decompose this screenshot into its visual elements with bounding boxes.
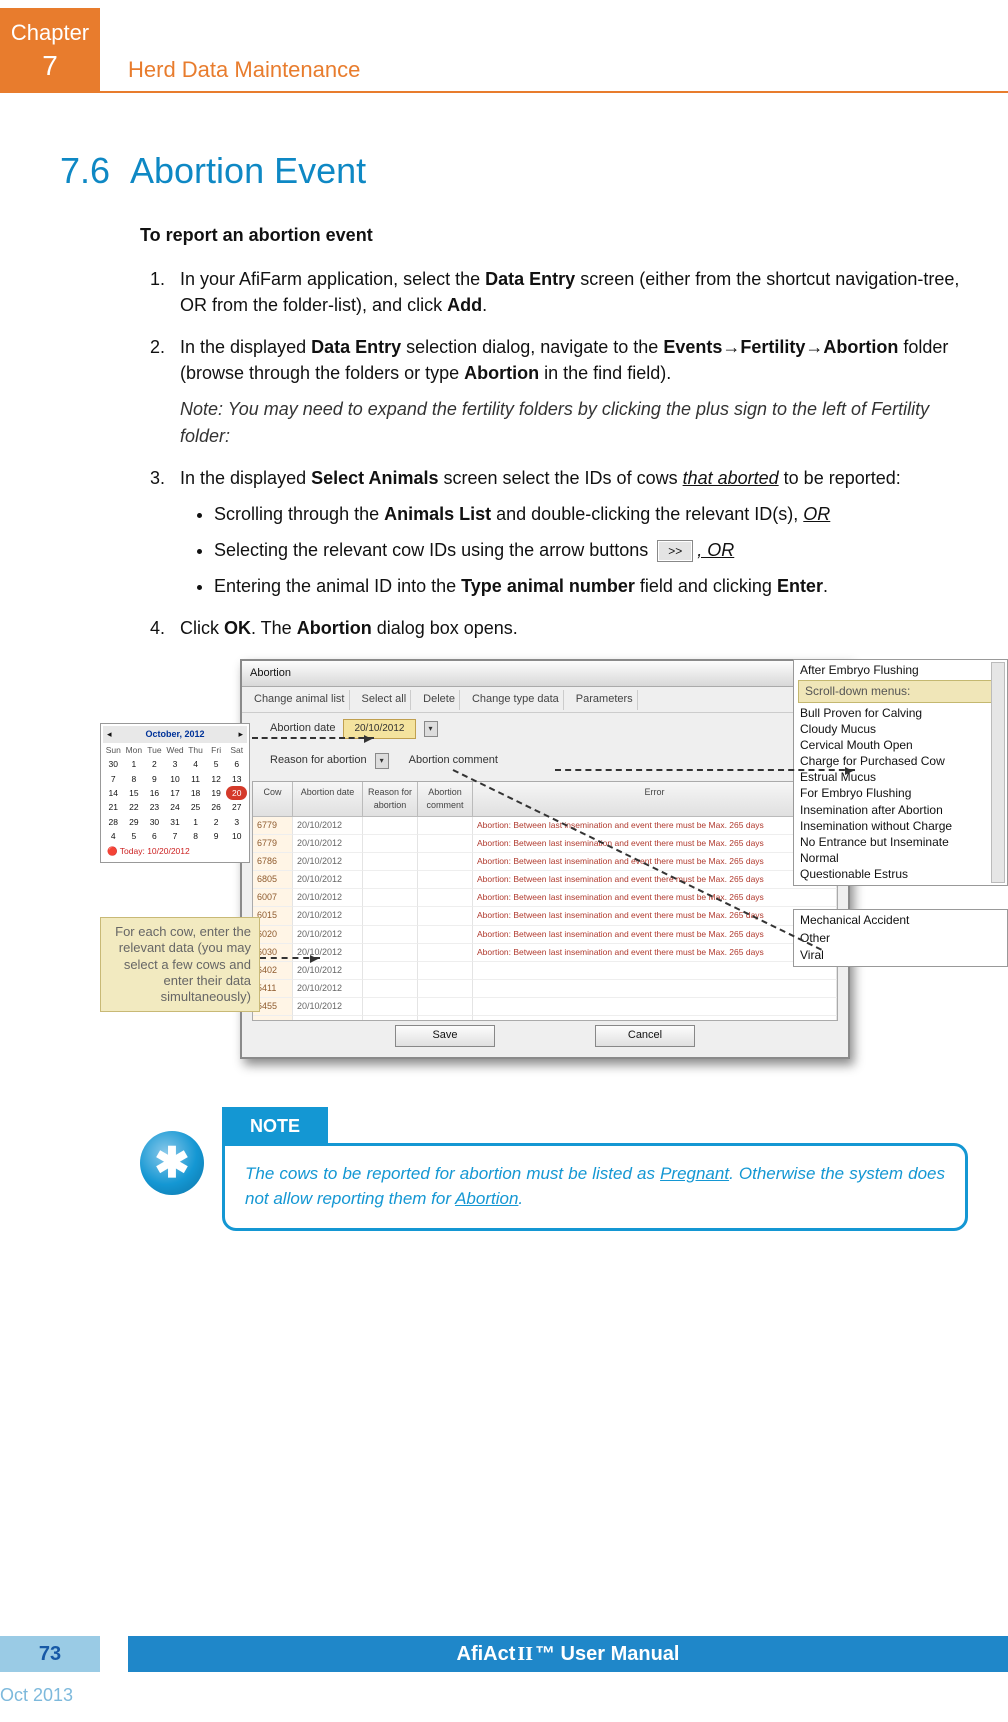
toolbar-delete[interactable]: Delete	[419, 690, 460, 710]
step-2: In the displayed Data Entry selection di…	[170, 334, 968, 448]
table-row[interactable]: 600720/10/2012Abortion: Between last ins…	[253, 889, 837, 907]
connector-line	[555, 769, 855, 771]
step-4: Click OK. The Abortion dialog box opens.	[170, 615, 968, 641]
dialog-toolbar: Change animal list Select all Delete Cha…	[242, 687, 848, 713]
step-1: In your AfiFarm application, select the …	[170, 266, 968, 318]
save-button[interactable]: Save	[395, 1025, 495, 1047]
list-item: Normal	[796, 850, 1005, 866]
step-3-bullet-2: Selecting the relevant cow IDs using the…	[214, 537, 968, 563]
list-item: Bull Proven for Calving	[796, 705, 1005, 721]
expand-note: Note: You may need to expand the fertili…	[180, 396, 968, 448]
list-item: No Entrance but Inseminate	[796, 834, 1005, 850]
table-row[interactable]: 602020/10/2012Abortion: Between last ins…	[253, 926, 837, 944]
table-row[interactable]: 677920/10/2012Abortion: Between last ins…	[253, 817, 837, 835]
chevron-down-icon[interactable]: ▾	[375, 753, 389, 769]
table-row[interactable]: 603020/10/2012Abortion: Between last ins…	[253, 944, 837, 962]
list-item: Estrual Mucus	[796, 769, 1005, 785]
section-title: Abortion Event	[130, 150, 366, 192]
step-3-bullet-1: Scrolling through the Animals List and d…	[214, 501, 968, 527]
note-label: NOTE	[222, 1107, 328, 1145]
list-item: Questionable Estrus	[796, 866, 1005, 882]
list-item: Cervical Mouth Open	[796, 737, 1005, 753]
list-item: Mechanical Accident	[800, 912, 1001, 929]
calendar-annotation: ◂ October, 2012 ▸ SunMonTueWedThuFriSat …	[100, 723, 250, 863]
table-row[interactable]: 640220/10/2012	[253, 962, 837, 980]
menu-top-item: After Embryo Flushing	[796, 662, 1005, 678]
toolbar-parameters[interactable]: Parameters	[572, 690, 638, 710]
list-item: For Embryo Flushing	[796, 785, 1005, 801]
table-row[interactable]: 678620/10/2012Abortion: Between last ins…	[253, 853, 837, 871]
chapter-tab: Chapter 7	[0, 8, 100, 93]
connector-line	[252, 737, 374, 739]
dropdown-annotation-1: After Embryo Flushing Scroll-down menus:…	[793, 659, 1008, 885]
scrollbar[interactable]	[991, 662, 1005, 882]
table-row[interactable]: 601520/10/2012Abortion: Between last ins…	[253, 907, 837, 925]
abortion-dialog: Abortion ✕ Change animal list Select all…	[240, 659, 850, 1059]
cancel-button[interactable]: Cancel	[595, 1025, 695, 1047]
col-reason: Reason for abortion	[363, 782, 418, 817]
step-list: In your AfiFarm application, select the …	[140, 266, 968, 641]
dropdown-annotation-2: Mechanical Accident Other Viral	[793, 909, 1008, 967]
step-3-bullet-3: Entering the animal ID into the Type ani…	[214, 573, 968, 599]
footer: 73 AfiAct II™ User Manual	[0, 1636, 1008, 1672]
chapter-word: Chapter	[0, 20, 100, 46]
arrow-right-button[interactable]: >>	[657, 540, 693, 562]
chevron-down-icon[interactable]: ▾	[424, 721, 438, 737]
dialog-title: Abortion	[250, 666, 291, 682]
calendar-month: October, 2012	[145, 728, 204, 741]
list-item: Other	[800, 930, 1001, 947]
table-row[interactable]: 645520/10/2012	[253, 998, 837, 1016]
page-number: 73	[0, 1636, 100, 1672]
chapter-number: 7	[0, 50, 100, 82]
toolbar-change-list[interactable]: Change animal list	[250, 690, 350, 710]
calendar-prev-icon[interactable]: ◂	[107, 728, 112, 741]
list-item: Charge for Purchased Cow	[796, 753, 1005, 769]
comment-label: Abortion comment	[409, 753, 498, 769]
subheading: To report an abortion event	[140, 222, 968, 248]
note-text: The cows to be reported for abortion mus…	[222, 1143, 968, 1230]
chapter-section-label: Herd Data Maintenance	[100, 8, 1008, 93]
col-cow: Cow	[253, 782, 293, 817]
table-row[interactable]: 541120/10/2012	[253, 980, 837, 998]
abortion-date-label: Abortion date	[270, 721, 335, 737]
calendar-today: 🔴 Today: 10/20/2012	[103, 843, 247, 859]
list-item: Cloudy Mucus	[796, 721, 1005, 737]
reason-label: Reason for abortion	[270, 753, 367, 769]
note-icon: ✱	[140, 1131, 204, 1195]
toolbar-select-all[interactable]: Select all	[358, 690, 412, 710]
calendar-next-icon[interactable]: ▸	[238, 728, 243, 741]
screenshot-area: Abortion ✕ Change animal list Select all…	[140, 659, 968, 1079]
list-item: Insemination without Charge	[796, 818, 1005, 834]
col-comment: Abortion comment	[418, 782, 473, 817]
list-item: Viral	[800, 947, 1001, 964]
table-row[interactable]: 640620/10/2012	[253, 1016, 837, 1021]
footer-date: Oct 2013	[0, 1685, 73, 1706]
table-row[interactable]: 677920/10/2012Abortion: Between last ins…	[253, 835, 837, 853]
col-error: Error	[473, 782, 837, 817]
list-item: Insemination after Abortion	[796, 802, 1005, 818]
toolbar-change-type[interactable]: Change type data	[468, 690, 564, 710]
table-row[interactable]: 680520/10/2012Abortion: Between last ins…	[253, 871, 837, 889]
col-date: Abortion date	[293, 782, 363, 817]
hint-enter-data: For each cow, enter the relevant data (y…	[100, 917, 260, 1012]
section-number: 7.6	[40, 150, 110, 192]
manual-title: AfiAct II™ User Manual	[128, 1636, 1008, 1672]
step-3: In the displayed Select Animals screen s…	[170, 465, 968, 599]
data-grid[interactable]: Cow Abortion date Reason for abortion Ab…	[252, 781, 838, 1021]
scroll-down-badge: Scroll-down menus:	[798, 680, 1003, 702]
connector-line	[260, 957, 320, 959]
